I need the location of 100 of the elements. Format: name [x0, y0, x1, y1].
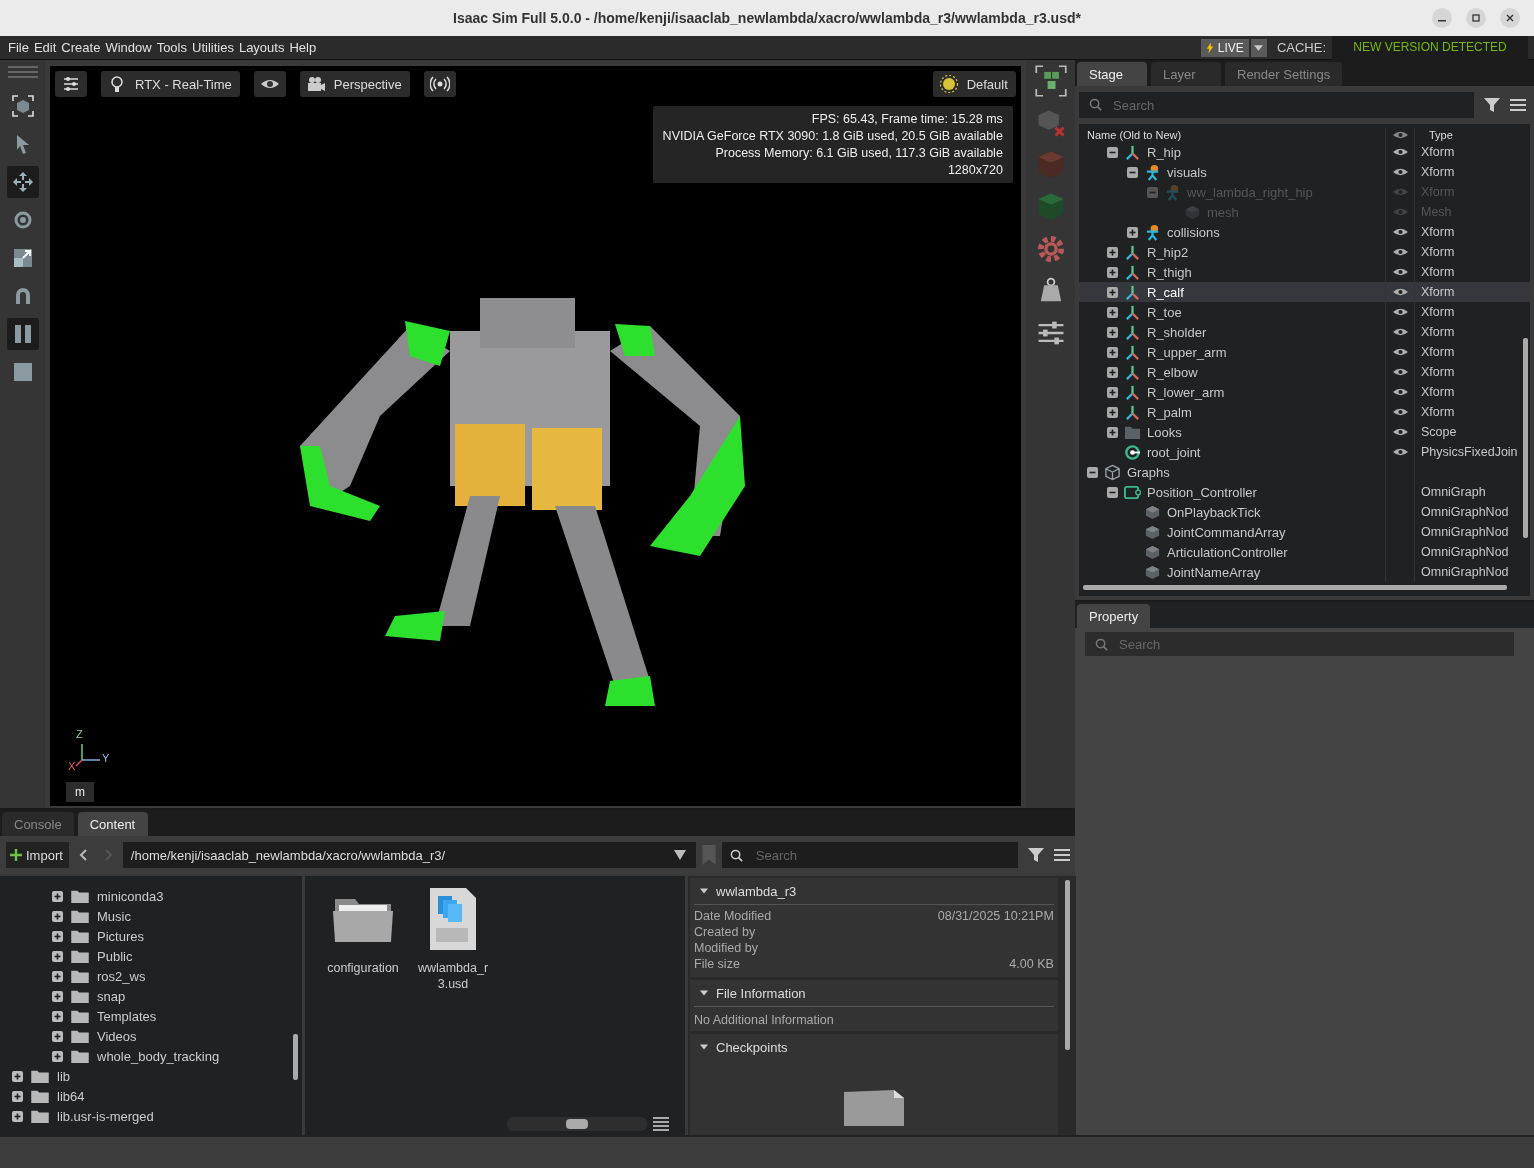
file-name[interactable]: wwlambda_r3.usd	[415, 960, 491, 992]
units-button[interactable]: m	[66, 782, 94, 802]
tree-row[interactable]: R_sholder Xform	[1079, 322, 1530, 342]
expand-toggle[interactable]	[1127, 226, 1138, 238]
panel-tab[interactable]: Property	[1077, 604, 1151, 628]
menu-item[interactable]: Utilities	[192, 40, 234, 55]
viewport-button[interactable]: Perspective	[299, 71, 410, 97]
search-field[interactable]: Search	[721, 842, 1018, 868]
expand-toggle[interactable]	[1147, 186, 1158, 198]
eye-icon[interactable]	[1392, 167, 1408, 177]
expand-toggle[interactable]	[52, 950, 63, 962]
path-field[interactable]: /home/kenji/isaaclab_newlambda/xacro/wwlambda_r3/	[122, 842, 696, 868]
list-view-icon[interactable]	[653, 1117, 669, 1131]
viewport-button[interactable]	[253, 71, 286, 97]
menu-icon[interactable]	[1053, 847, 1070, 863]
menu-item[interactable]: File	[8, 40, 29, 55]
expand-toggle[interactable]	[12, 1090, 23, 1102]
cubes-icon[interactable]	[1033, 64, 1068, 98]
folder-name[interactable]: Pictures	[97, 928, 144, 944]
tree-row[interactable]: R_hip Xform	[1079, 142, 1530, 162]
folder-name[interactable]: lib64	[57, 1088, 85, 1104]
expand-toggle[interactable]	[1107, 146, 1118, 158]
caret-icon[interactable]	[700, 1043, 708, 1051]
eye-icon[interactable]	[1392, 447, 1408, 457]
scrollbar[interactable]	[293, 1034, 298, 1080]
folder-name[interactable]: Public	[97, 948, 133, 964]
tree-row[interactable]: R_toe Xform	[1079, 302, 1530, 322]
folder-name[interactable]: lib.usr-is-merged	[57, 1108, 154, 1124]
tree-row[interactable]: R_calf Xform	[1079, 282, 1530, 302]
eye-icon[interactable]	[1392, 307, 1408, 317]
caret-icon[interactable]	[700, 989, 708, 997]
tree-row[interactable]: ArticulationController OmniGraphNod	[1079, 542, 1530, 562]
expand-toggle[interactable]	[52, 1030, 63, 1042]
expand-toggle[interactable]	[1107, 306, 1118, 318]
viewport-button[interactable]: RTX - Real-Time	[101, 71, 240, 97]
eye-icon[interactable]	[1392, 247, 1408, 257]
eye-icon[interactable]	[1392, 347, 1408, 357]
expand-toggle[interactable]	[1107, 246, 1118, 258]
menu-item[interactable]: Edit	[33, 40, 57, 55]
expand-toggle[interactable]	[52, 970, 63, 982]
viewport[interactable]: RTX - Real-Time Perspective Default FPS: 65.43, Frame time: 15.28 ms NVIDIA GeForce RTX 3090: 1.8 GiB used, 20.5 GiB available Process Memory: 6.1 GiB used, 117.3 GiB available 1280x720 Z Y X m	[50, 66, 1021, 806]
eye-icon[interactable]	[1392, 427, 1408, 437]
scrollbar[interactable]	[507, 1117, 647, 1131]
scrollbar[interactable]	[1083, 585, 1507, 590]
lighting-button[interactable]: Default	[932, 71, 1016, 97]
file-name[interactable]: configuration	[325, 960, 401, 976]
grip-icon[interactable]	[6, 66, 39, 78]
eye-icon[interactable]	[1392, 407, 1408, 417]
panel-tab[interactable]: Content	[77, 812, 148, 836]
folder-name[interactable]: Music	[97, 908, 131, 924]
eye-icon[interactable]	[1392, 287, 1408, 297]
panel-tab[interactable]: Layer	[1151, 62, 1221, 86]
eye-icon[interactable]	[1392, 267, 1408, 277]
panel-tab[interactable]: Render Settings	[1225, 62, 1343, 86]
back-icon[interactable]	[78, 849, 89, 861]
panel-tab[interactable]: Console	[2, 812, 74, 836]
eye-icon[interactable]	[1392, 327, 1408, 337]
expand-toggle[interactable]	[12, 1070, 23, 1082]
tool-button[interactable]	[6, 166, 39, 198]
filter-icon[interactable]	[1027, 847, 1044, 863]
folder-name[interactable]: ros2_ws	[97, 968, 146, 984]
eye-icon[interactable]	[1392, 130, 1408, 140]
caret-icon[interactable]	[700, 887, 708, 895]
menu-item[interactable]: Tools	[156, 40, 187, 55]
menu-item[interactable]: Window	[105, 40, 152, 55]
filter-icon[interactable]	[1484, 97, 1500, 113]
expand-toggle[interactable]	[52, 990, 63, 1002]
expand-toggle[interactable]	[1107, 426, 1118, 438]
menu-item[interactable]: Layouts	[238, 40, 285, 55]
live-dropdown[interactable]	[1250, 38, 1267, 57]
expand-toggle[interactable]	[52, 890, 63, 902]
folder-name[interactable]: Templates	[97, 1008, 157, 1024]
folder-name[interactable]: snap	[97, 988, 126, 1004]
import-button[interactable]: Import	[6, 842, 69, 868]
tree-row[interactable]: R_hip2 Xform	[1079, 242, 1530, 262]
eye-icon[interactable]	[1392, 147, 1408, 157]
panel-tab[interactable]: Stage	[1077, 62, 1147, 86]
expand-toggle[interactable]	[52, 1010, 63, 1022]
scrollbar[interactable]	[1523, 338, 1528, 538]
expand-toggle[interactable]	[1107, 386, 1118, 398]
expand-toggle[interactable]	[52, 910, 63, 922]
expand-toggle[interactable]	[52, 1050, 63, 1062]
tree-row[interactable]: visuals Xform	[1079, 162, 1530, 182]
viewport-button[interactable]	[423, 71, 456, 97]
expand-toggle[interactable]	[1107, 286, 1118, 298]
restore-icon[interactable]	[1466, 8, 1486, 28]
folder-name[interactable]: whole_body_tracking	[97, 1048, 220, 1064]
eye-icon[interactable]	[1392, 367, 1408, 377]
expand-toggle[interactable]	[1107, 406, 1118, 418]
tree-row[interactable]: JointNameArray OmniGraphNod	[1079, 562, 1530, 582]
live-button[interactable]: LIVE	[1200, 38, 1249, 57]
folder-name[interactable]: Videos	[97, 1028, 137, 1044]
expand-toggle[interactable]	[52, 930, 63, 942]
expand-toggle[interactable]	[1107, 486, 1118, 498]
scrollbar[interactable]	[1064, 880, 1070, 1050]
expand-toggle[interactable]	[1107, 346, 1118, 358]
folder-name[interactable]: lib	[57, 1068, 70, 1084]
column-header[interactable]: Name (Old to New)	[1079, 129, 1182, 141]
expand-toggle[interactable]	[1107, 266, 1118, 278]
expand-toggle[interactable]	[1107, 366, 1118, 378]
